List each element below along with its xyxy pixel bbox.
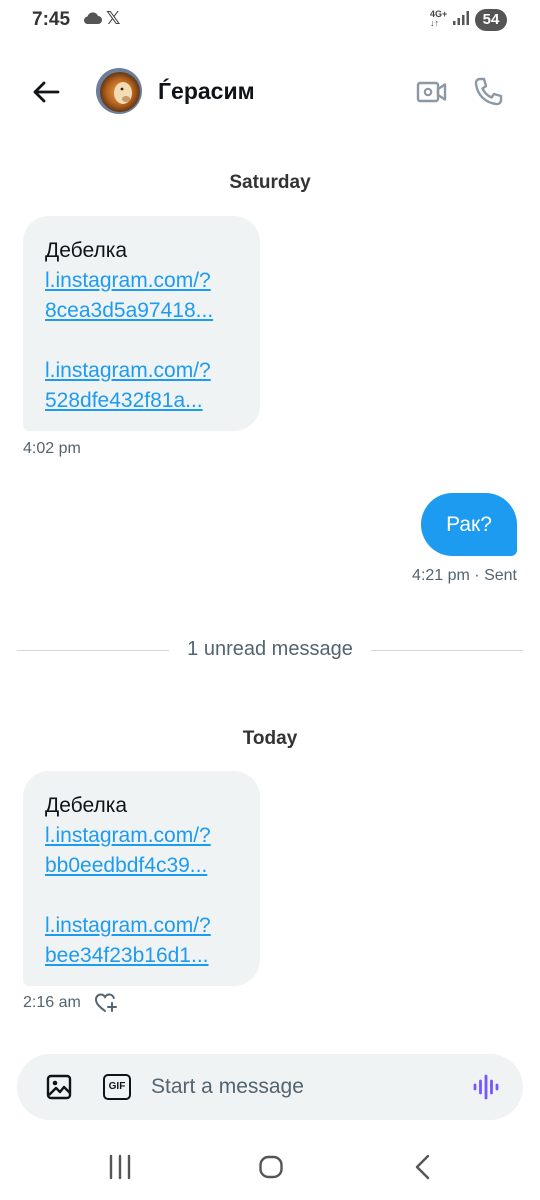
video-call-icon[interactable] (414, 74, 450, 110)
phone-icon[interactable] (470, 74, 506, 110)
conversation-header: Ѓерасим (0, 56, 540, 126)
link-line: l.instagram.com/? (45, 824, 211, 847)
message-text: Дебелка (45, 239, 128, 262)
x-logo: 𝕏 (106, 8, 121, 28)
message-link[interactable]: l.instagram.com/? 8cea3d5a97418... (45, 266, 238, 326)
back-arrow-icon[interactable] (28, 74, 64, 110)
avatar[interactable] (96, 68, 142, 114)
unread-divider: 1 unread message (17, 636, 523, 666)
system-nav-bar (0, 1140, 540, 1200)
link-line: bb0eedbdf4c39... (45, 854, 208, 877)
incoming-message[interactable]: Дебелка l.instagram.com/? bb0eedbdf4c39.… (23, 771, 260, 986)
message-link[interactable]: l.instagram.com/? bb0eedbdf4c39... (45, 821, 238, 881)
message-timestamp: 2:16 am (23, 994, 81, 1011)
status-bar: 7:45 𝕏 4G+ ↓↑ 54 (0, 0, 540, 40)
message-timestamp: 4:02 pm (23, 440, 81, 457)
cloud-icon (82, 12, 102, 30)
home-icon[interactable] (258, 1154, 284, 1180)
link-line: bee34f23b16d1... (45, 944, 209, 967)
contact-name[interactable]: Ѓерасим (158, 78, 255, 105)
message-text: Дебелка (45, 794, 128, 817)
link-line: 528dfe432f81a... (45, 389, 203, 412)
recents-icon[interactable] (106, 1154, 134, 1180)
day-label-saturday: Saturday (229, 172, 311, 193)
message-composer: GIF (17, 1054, 523, 1120)
network-type: 4G+ ↓↑ (430, 10, 447, 28)
link-line: l.instagram.com/? (45, 269, 211, 292)
message-input[interactable] (151, 1068, 451, 1106)
message-link[interactable]: l.instagram.com/? 528dfe432f81a... (45, 356, 238, 416)
link-line: l.instagram.com/? (45, 914, 211, 937)
message-status: 4:21 pm · Sent (412, 567, 517, 584)
voice-icon[interactable] (471, 1072, 501, 1102)
signal-icon (452, 10, 470, 31)
divider-line (371, 650, 523, 651)
link-line: 8cea3d5a97418... (45, 299, 214, 322)
add-reaction-icon[interactable] (93, 990, 119, 1016)
battery-icon: 54 (475, 9, 507, 31)
data-arrows-icon: ↓↑ (430, 18, 439, 28)
incoming-message[interactable]: Дебелка l.instagram.com/? 8cea3d5a97418.… (23, 216, 260, 431)
day-label-today: Today (242, 728, 298, 749)
link-line: l.instagram.com/? (45, 359, 211, 382)
back-icon[interactable] (410, 1153, 436, 1181)
message-link[interactable]: l.instagram.com/? bee34f23b16d1... (45, 911, 238, 971)
gif-icon[interactable]: GIF (103, 1074, 131, 1100)
outgoing-message[interactable]: Рак? (421, 493, 517, 556)
status-time: 7:45 (32, 9, 71, 30)
image-icon[interactable] (45, 1073, 73, 1101)
